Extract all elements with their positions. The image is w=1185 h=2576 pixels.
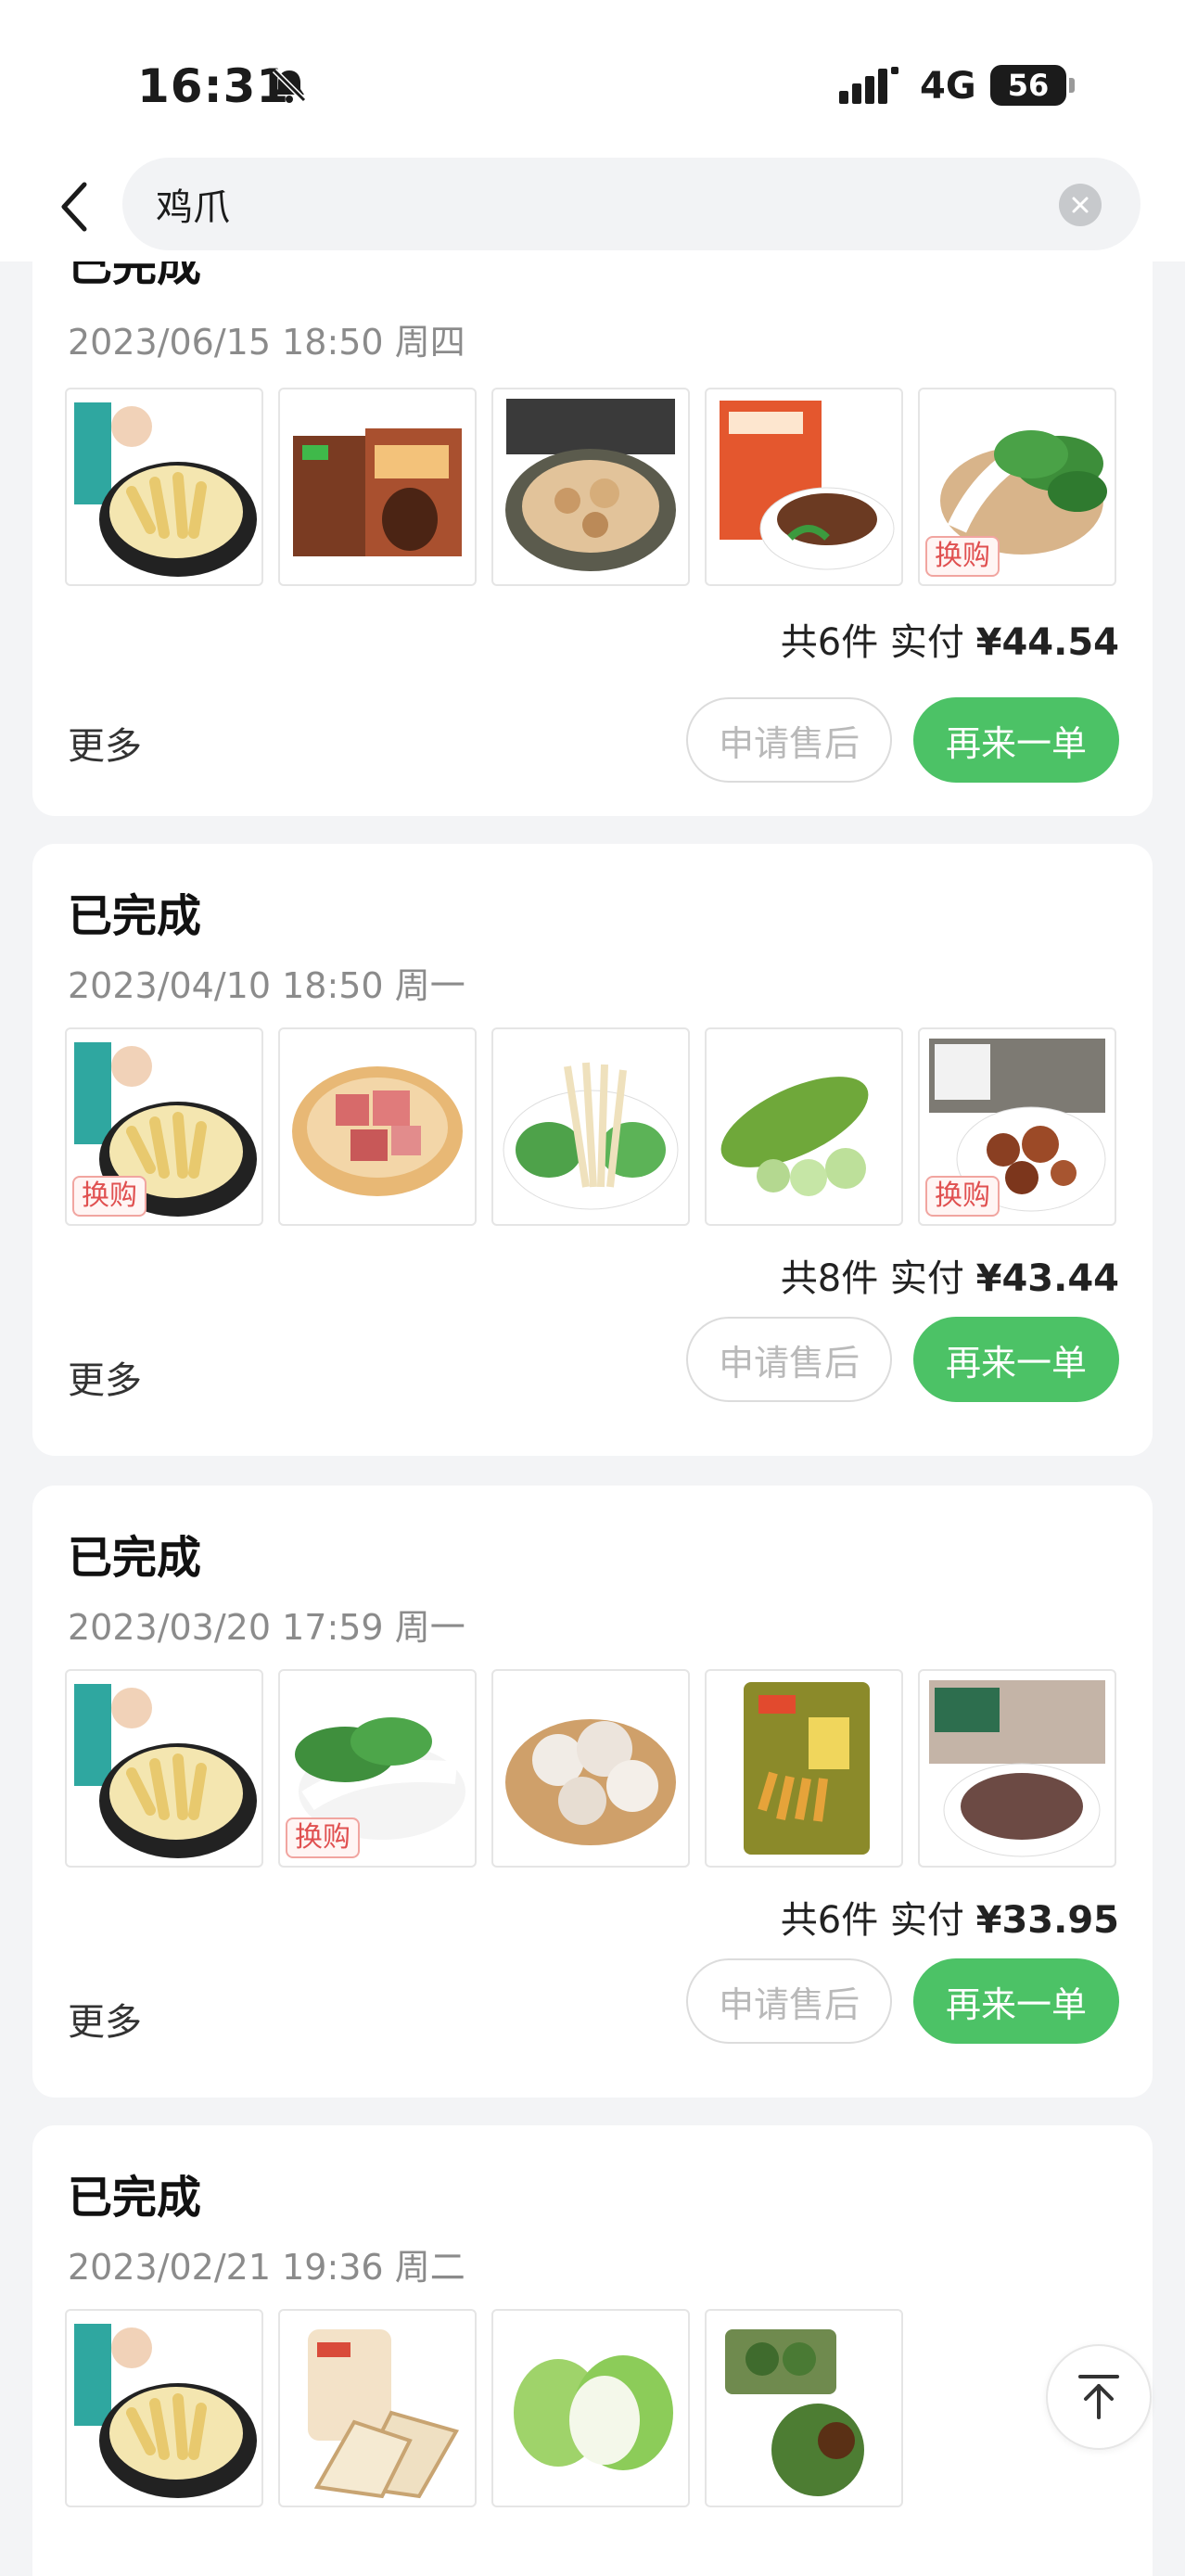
product-thumb-bok-choy[interactable]: 换购	[278, 1669, 477, 1868]
chevron-left-icon	[61, 182, 87, 232]
order-date: 2023/03/20 17:59 周一	[68, 1607, 465, 1648]
guava-image	[514, 2355, 673, 2470]
pork-cubes-image	[292, 1066, 463, 1196]
order-status: 已完成	[68, 2172, 202, 2224]
order-status: 已完成	[68, 890, 202, 942]
paid-label: 实付	[889, 1899, 964, 1942]
search-box[interactable]	[122, 158, 1140, 250]
back-to-top-button[interactable]	[1046, 2344, 1152, 2450]
product-thumb-chicken-feet[interactable]	[65, 2309, 263, 2507]
product-thumb-green-rice-cakes[interactable]	[705, 2309, 903, 2507]
after-sale-button[interactable]: 申请售后	[686, 1958, 892, 2044]
status-bar: 16:31 4G 56	[0, 0, 1185, 158]
item-count: 共8件	[780, 1257, 879, 1300]
product-thumb-guava[interactable]	[491, 2309, 690, 2507]
green-rice-cakes-image	[725, 2329, 864, 2496]
item-count: 共6件	[780, 1899, 879, 1942]
clock: 16:31	[137, 59, 290, 113]
order-summary: 共8件 实付 ¥43.44	[781, 1248, 1119, 1302]
product-thumb-snack[interactable]	[705, 1669, 903, 1868]
search-header	[0, 158, 1185, 261]
order-summary: 共6件 实付 ¥44.54	[781, 612, 1119, 666]
more-link[interactable]: 更多	[68, 1992, 142, 2046]
enoki-image	[503, 1062, 679, 1210]
order-search-page: 已完成 2023/06/15 18:50 周四 换购 共6件 实付 ¥44.54…	[0, 0, 1185, 2576]
order-date: 2023/02/21 19:36 周二	[68, 2247, 465, 2288]
chicken-feet-image	[74, 402, 257, 577]
beef-pack-image	[720, 401, 895, 570]
product-thumb-bok-choy[interactable]: 换购	[918, 388, 1116, 586]
bitter-melon-image	[720, 1077, 869, 1196]
product-thumb-chicken-feet[interactable]	[65, 388, 263, 586]
snack-image	[744, 1682, 870, 1855]
product-thumb-spare-ribs[interactable]: 换购	[918, 1027, 1116, 1226]
paid-amount: ¥44.54	[975, 621, 1119, 664]
paid-amount: ¥33.95	[975, 1899, 1119, 1942]
order-date: 2023/04/10 18:50 周一	[68, 965, 465, 1006]
order-card[interactable]: 已完成 2023/03/20 17:59 周一 换购 共6件 实付 ¥33.95…	[32, 1486, 1153, 2098]
battery-indicator: 56	[990, 65, 1075, 106]
swap-tag: 换购	[925, 536, 1000, 577]
bell-slash-icon	[272, 68, 307, 103]
back-button[interactable]	[46, 174, 102, 239]
chicken-feet-image	[74, 1684, 257, 1858]
order-date: 2023/06/15 18:50 周四	[68, 322, 465, 363]
after-sale-button[interactable]: 申请售后	[686, 1317, 892, 1402]
product-thumb-bitter-melon[interactable]	[705, 1027, 903, 1226]
more-link[interactable]: 更多	[68, 1350, 142, 1404]
ice-cream-image	[293, 428, 462, 556]
garlic-image	[505, 1719, 676, 1845]
clear-search-button[interactable]	[1059, 184, 1102, 226]
order-card[interactable]: 已完成 2023/06/15 18:50 周四 换购 共6件 实付 ¥44.54…	[32, 185, 1153, 816]
order-summary: 共6件 实付 ¥33.95	[781, 1890, 1119, 1944]
order-card[interactable]: 已完成 2023/02/21 19:36 周二	[32, 2125, 1153, 2576]
swap-tag: 换购	[286, 1817, 360, 1858]
product-thumb-bread[interactable]	[278, 2309, 477, 2507]
product-thumb-enoki[interactable]	[491, 1027, 690, 1226]
more-link[interactable]: 更多	[68, 716, 142, 770]
bread-image	[308, 2329, 460, 2499]
swap-tag: 换购	[925, 1176, 1000, 1217]
product-thumbnails[interactable]: 换购	[65, 1027, 1122, 1226]
product-thumbnails[interactable]: 换购	[65, 1669, 1122, 1868]
after-sale-button[interactable]: 申请售后	[686, 697, 892, 783]
minced-beef-image	[929, 1680, 1105, 1857]
reorder-button[interactable]: 再来一单	[913, 1958, 1119, 2044]
chicken-feet-image	[74, 2324, 257, 2498]
product-thumb-pork-cubes[interactable]	[278, 1027, 477, 1226]
chicken-dish-image	[505, 399, 676, 571]
paid-label: 实付	[889, 1257, 964, 1300]
product-thumbnails[interactable]	[65, 2309, 1122, 2507]
paid-label: 实付	[889, 621, 964, 664]
clear-icon	[1072, 197, 1089, 213]
product-thumb-minced-beef[interactable]	[918, 1669, 1116, 1868]
product-thumb-ice-cream[interactable]	[278, 388, 477, 586]
product-thumb-chicken-feet[interactable]	[65, 1669, 263, 1868]
product-thumb-beef-pack[interactable]	[705, 388, 903, 586]
product-thumb-chicken-dish[interactable]	[491, 388, 690, 586]
item-count: 共6件	[780, 621, 879, 664]
product-thumb-garlic[interactable]	[491, 1669, 690, 1868]
reorder-button[interactable]: 再来一单	[913, 1317, 1119, 1402]
arrow-up-to-top-icon	[1078, 2375, 1119, 2419]
swap-tag: 换购	[72, 1176, 147, 1217]
paid-amount: ¥43.44	[975, 1257, 1119, 1300]
order-card[interactable]: 已完成 2023/04/10 18:50 周一 换购 换购 共8件 实付 ¥43…	[32, 844, 1153, 1456]
product-thumb-chicken-feet[interactable]: 换购	[65, 1027, 263, 1226]
product-thumbnails[interactable]: 换购	[65, 388, 1122, 586]
signal-icon	[839, 67, 898, 104]
order-status: 已完成	[68, 1532, 202, 1584]
reorder-button[interactable]: 再来一单	[913, 697, 1119, 783]
network-type: 4G	[920, 65, 976, 108]
search-input[interactable]	[156, 178, 990, 230]
